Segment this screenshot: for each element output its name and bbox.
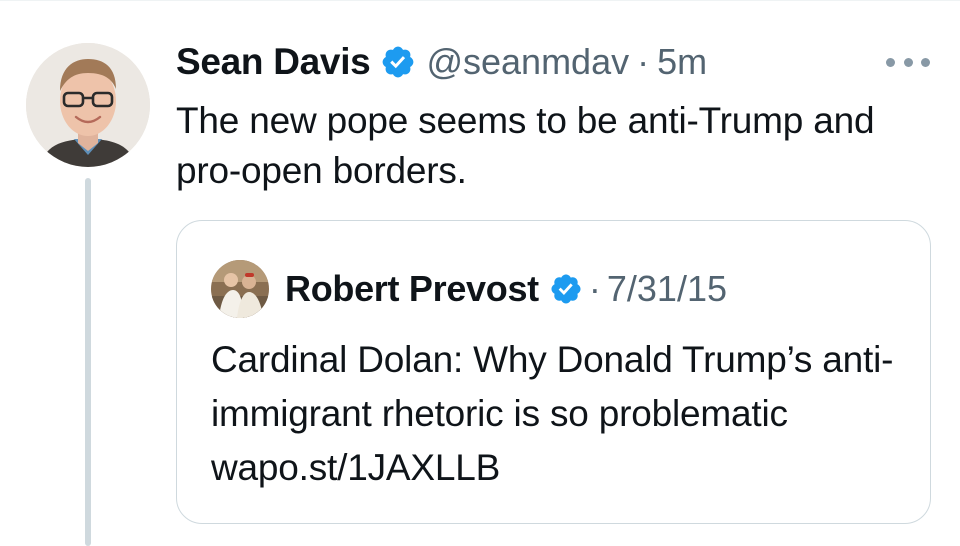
- header-separator: ·: [637, 41, 650, 82]
- quote-header: Robert Prevost · 7/31/15: [211, 260, 727, 318]
- more-dot: [903, 57, 913, 67]
- quote-date[interactable]: 7/31/15: [607, 268, 727, 310]
- thread-line: [85, 178, 91, 546]
- more-horizontal-icon[interactable]: [886, 50, 930, 74]
- author-handle[interactable]: @seanmdav: [426, 41, 629, 83]
- verified-badge-icon[interactable]: [380, 44, 416, 80]
- avatar[interactable]: [26, 43, 150, 167]
- verified-badge-icon: [551, 274, 581, 304]
- tweet-text: The new pope seems to be anti-Trump and …: [176, 100, 875, 191]
- quote-text: Cardinal Dolan: Why Donald Trump’s anti-…: [211, 339, 894, 488]
- more-dot: [886, 57, 895, 67]
- tweet[interactable]: Sean Davis @seanmdav · 5m The new pope s…: [0, 0, 960, 546]
- more-dot: [921, 57, 930, 67]
- quote-author-display-name[interactable]: Robert Prevost: [285, 268, 539, 310]
- author-display-name[interactable]: Sean Davis: [176, 41, 371, 83]
- quote-avatar[interactable]: [211, 260, 269, 318]
- quote-header-separator: ·: [588, 268, 601, 309]
- tweet-header: Sean Davis @seanmdav · 5m: [176, 36, 707, 88]
- author-avatar-column: [26, 43, 150, 167]
- quote-tweet-card[interactable]: Robert Prevost · 7/31/15 Cardinal Dolan:…: [176, 220, 931, 524]
- timestamp[interactable]: 5m: [657, 41, 707, 83]
